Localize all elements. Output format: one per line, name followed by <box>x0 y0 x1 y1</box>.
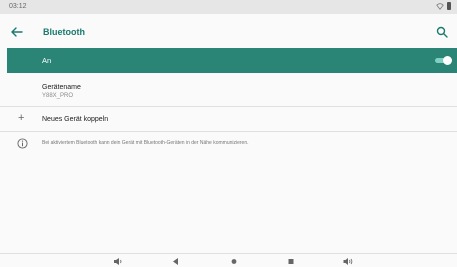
page-title: Bluetooth <box>43 27 85 37</box>
navigation-bar <box>0 253 457 267</box>
status-time: 03:12 <box>9 3 27 10</box>
pair-new-device-row[interactable]: + Neues Gerät koppeln <box>0 108 457 130</box>
status-bar: 03:12 <box>0 0 457 14</box>
back-triangle-icon[interactable] <box>171 257 181 266</box>
bluetooth-toggle[interactable] <box>435 55 452 66</box>
info-text: Bei aktiviertem Bluetooth kann dein Gerä… <box>42 140 249 146</box>
volume-down-icon[interactable] <box>113 257 123 266</box>
divider <box>0 106 457 107</box>
master-switch-label: An <box>42 56 52 65</box>
pair-new-device-label: Neues Gerät koppeln <box>42 116 109 123</box>
arrow-left-icon[interactable] <box>8 23 26 41</box>
search-icon[interactable] <box>433 23 451 41</box>
home-dot-icon[interactable] <box>229 257 239 266</box>
app-toolbar: Bluetooth <box>0 14 457 50</box>
device-name-title: Gerätename <box>42 84 81 91</box>
toggle-thumb <box>443 56 452 65</box>
wifi-icon <box>436 3 444 10</box>
status-icons <box>436 2 451 10</box>
plus-icon: + <box>18 112 25 124</box>
battery-icon <box>447 2 451 10</box>
device-name-value: Y88X_PRO <box>42 93 74 99</box>
volume-up-icon[interactable] <box>343 257 353 266</box>
device-name-row[interactable]: Gerätename Y88X_PRO <box>0 73 457 105</box>
info-row: Bei aktiviertem Bluetooth kann dein Gerä… <box>0 133 457 157</box>
bluetooth-master-switch[interactable]: An <box>7 48 457 73</box>
info-icon <box>17 138 28 149</box>
divider <box>0 131 457 132</box>
recents-square-icon[interactable] <box>286 257 296 266</box>
